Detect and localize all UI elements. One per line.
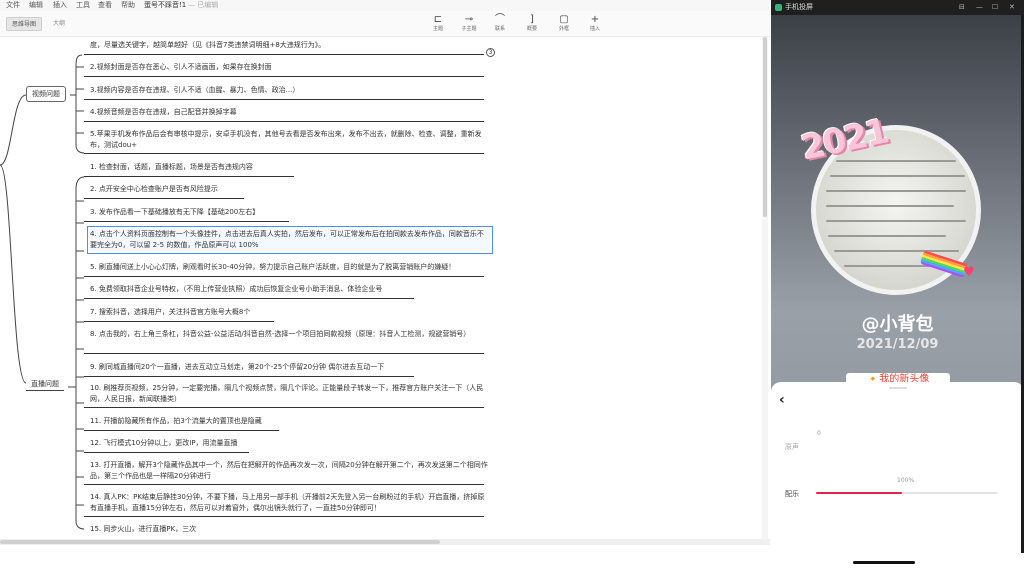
summary-icon: ]: [530, 14, 534, 25]
subtopic-icon: ⊸: [464, 14, 474, 25]
close-icon[interactable]: ✕: [1009, 0, 1015, 15]
original-sound-value: 0: [817, 430, 821, 437]
date-text: 2021/12/09: [856, 337, 939, 352]
music-volume-fill: [816, 492, 902, 494]
subtopic-button[interactable]: ⊸ 子主题: [454, 14, 484, 36]
live-item-9[interactable]: 9. 刷同城直播间20个一直播，进去互动立马划走，第20个-25个停留20分钟 …: [90, 362, 384, 373]
live-item-11[interactable]: 11. 开播前隐藏所有作品，拍3个流量大的置顶也是隐藏: [90, 416, 262, 427]
toolbar: 思维导图 大纲 ⊏ 主题 ⊸ 子主题 ⌒ 联系 ] 概要 ▢ 外框 + 插入: [0, 11, 770, 37]
menu-file[interactable]: 文件: [6, 0, 20, 11]
live-item-3[interactable]: 3. 发布作品看一下基础播放有无下降【基础200左右】: [90, 207, 259, 218]
topic-button[interactable]: ⊏ 主题: [423, 14, 453, 36]
menu-insert[interactable]: 插入: [53, 0, 67, 11]
video-item-1[interactable]: 度，尽量选关键字，越简单越好（见《抖音7类违禁词明细+8大违规行为》。: [90, 40, 325, 51]
vertical-scrollbar[interactable]: [762, 37, 768, 539]
vertical-scroll-thumb[interactable]: [763, 37, 767, 217]
canvas-footer: [0, 545, 770, 576]
phone-mirror-window: 手机投屏 ⊟ — ☐ ✕ 2021 ♥ @小背包 2021/12/09 🔸我的新…: [771, 0, 1024, 576]
topic-icon: ⊏: [433, 14, 443, 25]
volume-sheet: ‹ 0 原声 100% 配乐: [771, 382, 1024, 553]
live-item-14[interactable]: 14. 真人PK：PK结束后静挂30分钟，不要下播，马上用另一部手机（开播前2天…: [90, 492, 490, 514]
live-item-10[interactable]: 10. 刷推荐页视频，25分钟，一定要完播，隔几个视频点赞，隔几个评论。正能量段…: [90, 383, 490, 405]
horizontal-scroll-thumb[interactable]: [0, 540, 440, 544]
video-item-5[interactable]: 5.苹果手机发布作品后会有审核中提示，安卓手机没有，其他号去看是否发布出来，发布…: [90, 129, 490, 151]
phone-window-titlebar[interactable]: 手机投屏 ⊟ — ☐ ✕: [771, 0, 1024, 15]
maximize-icon[interactable]: ☐: [992, 0, 998, 15]
live-item-15[interactable]: 15. 同步火山，进行直播PK，三次: [90, 524, 196, 535]
original-sound-label: 原声: [785, 443, 799, 451]
phone-screen[interactable]: 2021 ♥ @小背包 2021/12/09 🔸我的新头像 ‹ 0 原声 100…: [771, 15, 1024, 553]
video-item-4[interactable]: 4.视频音频是否存在违规，自己配音并换掉字幕: [90, 107, 237, 118]
home-indicator[interactable]: [853, 561, 915, 564]
insert-button[interactable]: + 插入: [580, 14, 610, 36]
live-item-5[interactable]: 5. 刷直播间送上小心心灯牌，刷观看时长30-40分钟，努力提示自己账户活跃度，…: [90, 262, 490, 273]
music-volume-slider[interactable]: [816, 492, 998, 494]
collapse-toggle[interactable]: 3: [486, 48, 495, 57]
chevron-left-icon[interactable]: ‹: [779, 392, 785, 408]
boundary-icon: ▢: [559, 14, 569, 25]
video-item-2[interactable]: 2.视频封面是否存在恶心、引人不适画面，如果存在换封面: [90, 62, 272, 73]
menu-help[interactable]: 帮助: [121, 0, 135, 11]
document-title: 蛋号不踩音!1: [144, 1, 187, 9]
music-label: 配乐: [785, 490, 799, 498]
menu-bar: 文件 编辑 插入 工具 查看 帮助 蛋号不踩音!1 — 已编辑: [0, 0, 770, 11]
phone-window-title: 手机投屏: [785, 3, 813, 11]
branch-video-issues[interactable]: 视频问题: [26, 86, 66, 102]
tab-mindmap[interactable]: 思维导图: [6, 17, 43, 31]
live-item-13[interactable]: 13. 打开直播，解开3个隐藏作品其中一个，然后在把解开的作品再次发一次，间隔2…: [90, 460, 490, 482]
username-text: @小背包: [861, 314, 934, 335]
phone-navigation-bar: [771, 553, 1024, 576]
menu-tools[interactable]: 工具: [76, 0, 90, 11]
menu-view[interactable]: 查看: [98, 0, 112, 11]
video-item-3[interactable]: 3.视频内容是否存在违规、引人不适（血腥、暴力、色情、政治...）: [90, 85, 299, 96]
relationship-button[interactable]: ⌒ 联系: [485, 14, 515, 36]
relationship-icon: ⌒: [495, 14, 505, 25]
menu-edit[interactable]: 编辑: [29, 0, 43, 11]
live-item-8[interactable]: 8. 点击我的，右上角三条杠，抖音公益-公益活动/抖音自然-选择一个项目拍同款视…: [90, 329, 490, 340]
boundary-button[interactable]: ▢ 外框: [549, 14, 579, 36]
live-item-4[interactable]: 4. 点击个人资料页面控制有一个头像挂件，点击进去后真人实拍，然后发布，可以正常…: [87, 226, 493, 254]
mindmap-app-window: 文件 编辑 插入 工具 查看 帮助 蛋号不踩音!1 — 已编辑 思维导图 大纲 …: [0, 0, 770, 576]
heart-icon: ♥: [963, 265, 975, 280]
summary-button[interactable]: ] 概要: [517, 14, 547, 36]
sheet-drag-handle[interactable]: [889, 387, 907, 389]
live-item-2[interactable]: 2. 点开安全中心检查账户是否有风险提示: [90, 184, 218, 195]
live-item-6[interactable]: 6. 免费领取抖音企业号特权，（不用上传营业执照）成功后恢复企业号小助手消息、体…: [90, 284, 382, 295]
mirror-app-icon: [775, 4, 782, 11]
live-item-1[interactable]: 1. 检查封面，话题，直播标题，场景是否有违规内容: [90, 162, 253, 173]
minimize-icon[interactable]: —: [976, 0, 983, 15]
live-item-7[interactable]: 7. 搜索抖音，选择用户，关注抖音官方账号大概8个: [90, 307, 250, 318]
plus-icon: +: [590, 14, 600, 25]
pin-icon[interactable]: ⊟: [959, 0, 965, 15]
mindmap-canvas[interactable]: 视频问题 直播问题 3 度，尽量选关键字，越简单越好（见《抖音7类违禁词明细+8…: [0, 37, 770, 539]
music-volume-value: 100%: [897, 477, 915, 484]
branch-live-issues[interactable]: 直播问题: [26, 379, 64, 391]
tab-outline[interactable]: 大纲: [48, 17, 70, 31]
save-status: — 已编辑: [188, 1, 219, 9]
live-item-12[interactable]: 12. 飞行模式10分钟以上，更改IP，用流量直播: [90, 438, 238, 449]
